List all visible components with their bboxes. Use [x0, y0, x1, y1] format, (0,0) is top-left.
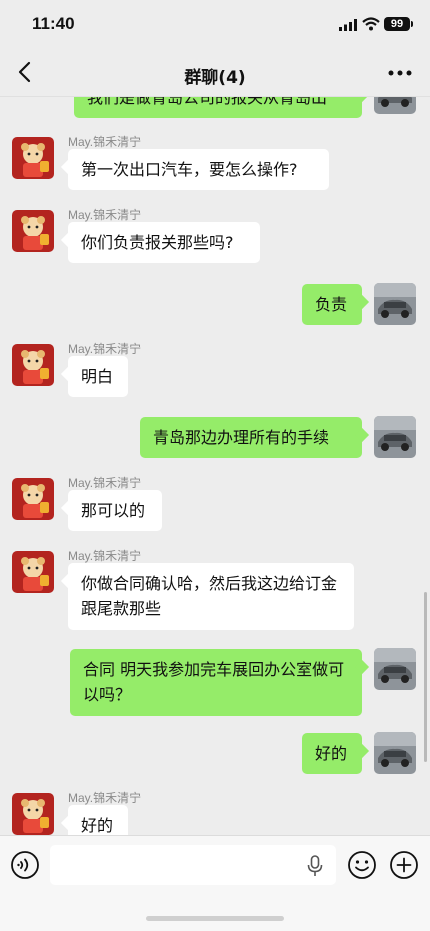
sender-name: May.锦禾清宁 [68, 208, 142, 222]
status-time: 11:40 [32, 14, 75, 33]
message-bubble[interactable]: 合同 明天我参加完车展回办公室做可以吗？ [70, 649, 362, 716]
more-icon[interactable] [388, 68, 412, 78]
mascot-avatar-image [12, 137, 54, 179]
mascot-avatar-image [12, 344, 54, 386]
input-bar [0, 835, 430, 931]
message-bubble[interactable]: 那可以的 [68, 490, 162, 531]
sender-name: May.锦禾清宁 [68, 476, 142, 490]
avatar[interactable] [374, 732, 416, 774]
message-bubble[interactable]: 好的 [302, 733, 362, 774]
message-bubble[interactable]: 明白 [68, 356, 128, 397]
message-list[interactable]: 我们是做青岛公司的报关从青岛出 May.锦禾清宁 第一次出口汽车，要怎么操作? … [0, 60, 430, 835]
chat-title: 群聊(4) [184, 68, 246, 88]
message-bubble[interactable]: 负责 [302, 284, 362, 325]
plus-icon[interactable] [389, 850, 419, 880]
message-bubble[interactable]: 青岛那边办理所有的手续 [140, 417, 362, 458]
car-avatar-image [374, 416, 416, 458]
battery-icon: 99 [384, 17, 413, 31]
sender-name: May.锦禾清宁 [68, 342, 142, 356]
avatar[interactable] [374, 283, 416, 325]
message-bubble[interactable]: 你做合同确认哈，然后我这边给订金跟尾款那些 [68, 563, 354, 630]
mascot-avatar-image [12, 210, 54, 252]
avatar[interactable] [12, 344, 54, 386]
wifi-icon [362, 17, 380, 31]
car-avatar-image [374, 732, 416, 774]
status-bar: 11:40 99 [0, 0, 430, 50]
message-bubble[interactable]: 你们负责报关那些吗? [68, 222, 260, 263]
avatar[interactable] [12, 210, 54, 252]
car-avatar-image [374, 648, 416, 690]
emoji-icon[interactable] [347, 850, 377, 880]
avatar[interactable] [374, 416, 416, 458]
mic-icon[interactable] [306, 855, 324, 877]
voice-icon[interactable] [10, 850, 40, 880]
sender-name: May.锦禾清宁 [68, 549, 142, 563]
sender-name: May.锦禾清宁 [68, 791, 142, 805]
signal-icon [339, 19, 357, 31]
mascot-avatar-image [12, 793, 54, 835]
scrollbar[interactable] [424, 592, 427, 762]
message-bubble[interactable]: 第一次出口汽车，要怎么操作? [68, 149, 329, 190]
avatar[interactable] [12, 478, 54, 520]
mascot-avatar-image [12, 478, 54, 520]
avatar[interactable] [12, 551, 54, 593]
home-indicator [146, 916, 284, 921]
car-avatar-image [374, 283, 416, 325]
mascot-avatar-image [12, 551, 54, 593]
sender-name: May.锦禾清宁 [68, 135, 142, 149]
message-input[interactable] [50, 845, 336, 885]
avatar[interactable] [12, 793, 54, 835]
nav-bar: 群聊(4) [0, 50, 430, 97]
message-bubble[interactable]: 好的 [68, 805, 128, 835]
avatar[interactable] [12, 137, 54, 179]
avatar[interactable] [374, 648, 416, 690]
